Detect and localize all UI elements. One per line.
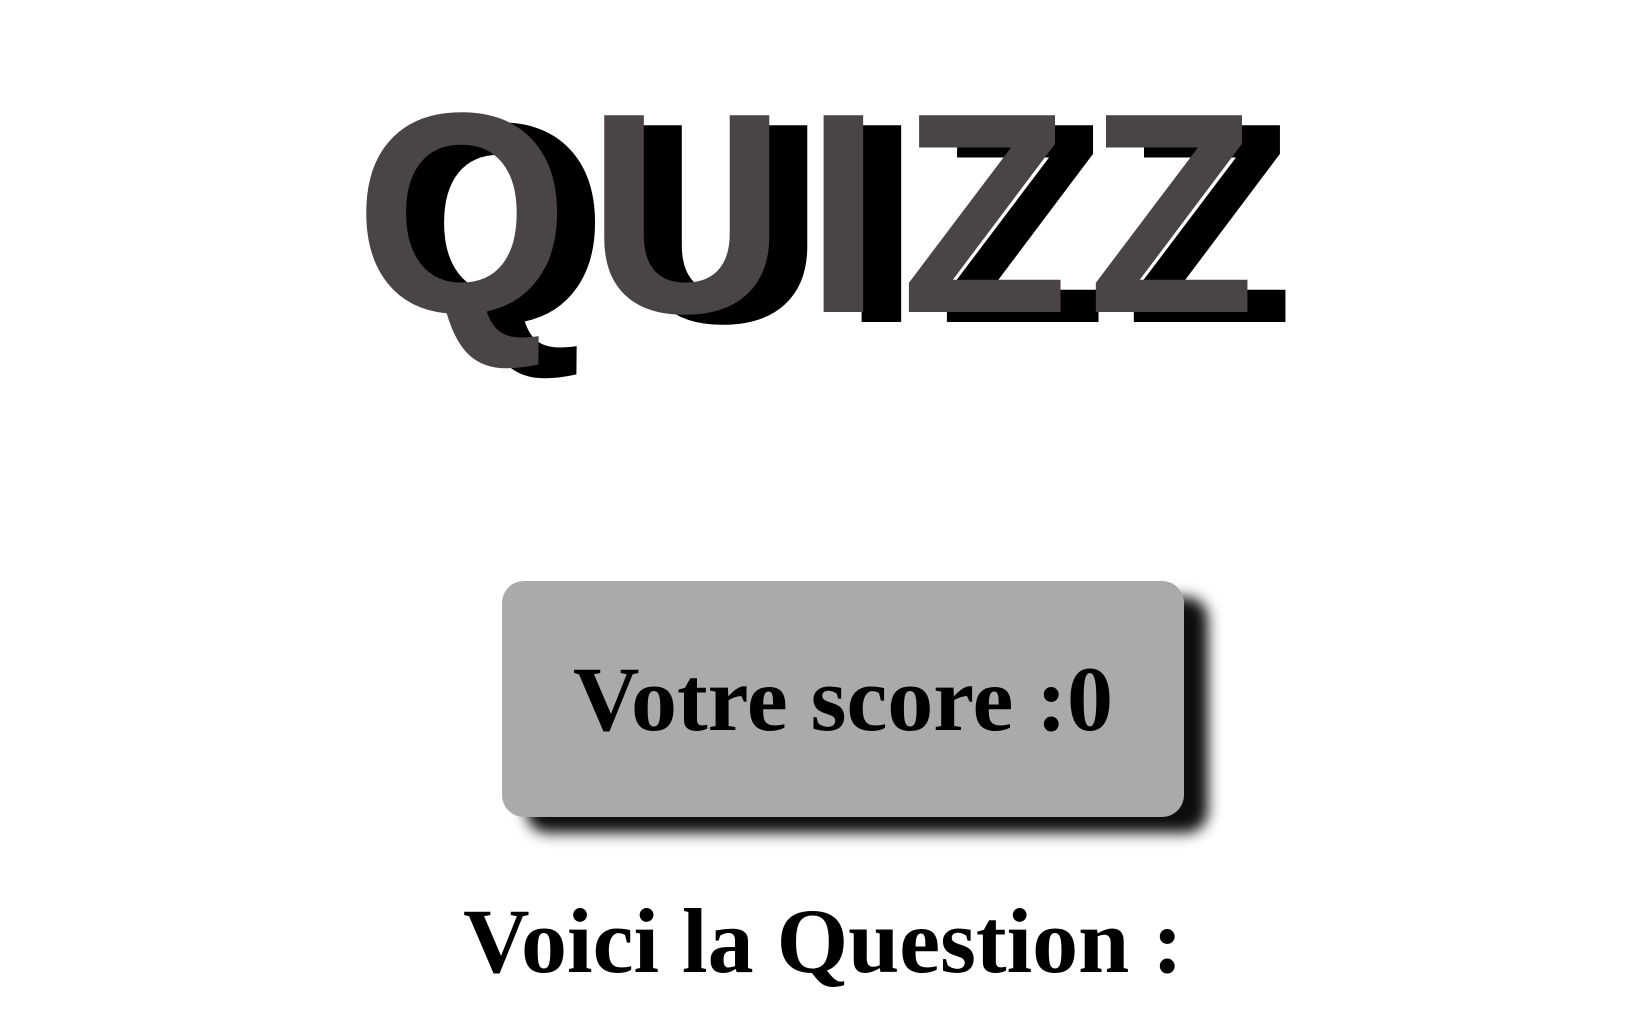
score-panel: Votre score :0 <box>502 581 1184 817</box>
quiz-title-text: QUIZZ <box>355 53 1275 373</box>
score-value: 0 <box>1066 648 1113 750</box>
score-display: Votre score :0 <box>573 653 1113 745</box>
question-heading: Voici la Question : <box>463 890 1183 992</box>
score-label: Votre score : <box>573 648 1067 750</box>
quiz-page: QUIZZ QUIZZ Votre score :0 Voici la Ques… <box>0 0 1646 1024</box>
quiz-title: QUIZZ QUIZZ <box>355 70 1335 370</box>
